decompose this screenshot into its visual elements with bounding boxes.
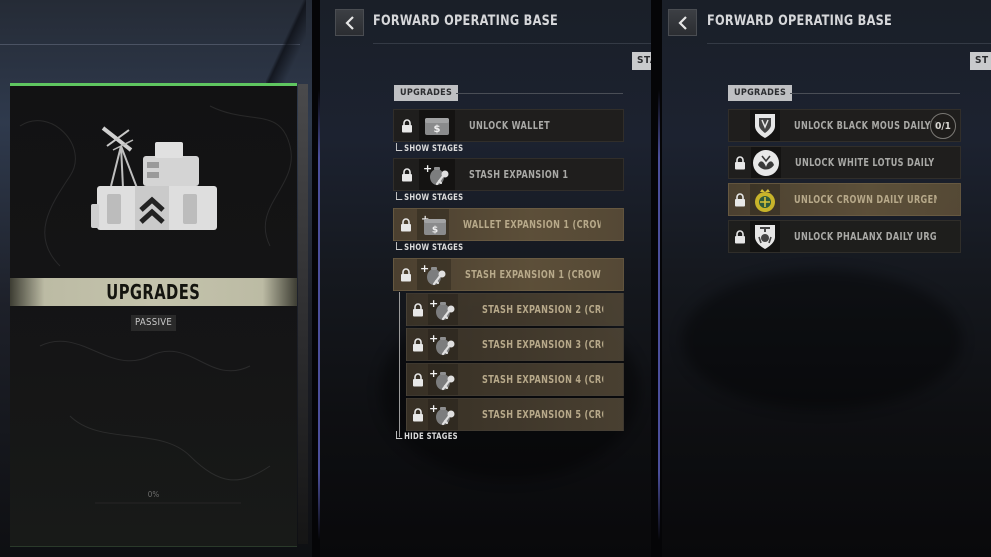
background-foliage [682, 270, 962, 410]
upgrade-row-stash-expansion-1[interactable]: STASH EXPANSION 1 [393, 158, 624, 191]
stage-row-stash-expansion-5-crown[interactable]: STASH EXPANSION 5 (CROWN) [406, 398, 624, 431]
card-title-band: UPGRADES [10, 278, 297, 306]
upgrade-label: STASH EXPANSION 1 [469, 168, 569, 181]
upgrade-row-wallet-expansion-1-crown[interactable]: WALLET EXPANSION 1 (CROWN) [393, 208, 624, 241]
stage-row-stash-expansion-4-crown[interactable]: STASH EXPANSION 4 (CROWN) [406, 363, 624, 396]
section-divider [790, 93, 960, 94]
card-title: UPGRADES [106, 280, 201, 304]
back-button[interactable] [335, 9, 364, 36]
upgrade-row-phalanx-daily-urgent[interactable]: UNLOCK PHALANX DAILY URGENT M [728, 220, 961, 253]
progress-counter-badge: 0/1 [930, 113, 956, 139]
page-title: FORWARD OPERATING BASE [373, 13, 559, 29]
lock-icon [397, 119, 417, 133]
horizon-line [0, 44, 300, 45]
upgrades-card[interactable]: UPGRADES PASSIVE 0% [10, 83, 297, 547]
stash-key-icon [428, 399, 459, 430]
lock-icon [732, 193, 748, 207]
upgrades-overview-panel: UPGRADES PASSIVE 0% [0, 0, 318, 557]
section-divider [456, 93, 623, 94]
page-title: FORWARD OPERATING BASE [707, 13, 893, 29]
section-label-upgrades: UPGRADES [394, 85, 459, 101]
passive-badge: PASSIVE [131, 315, 177, 331]
background-structure [266, 0, 306, 90]
stash-key-icon [428, 294, 459, 325]
stage-row-stash-expansion-3-crown[interactable]: STASH EXPANSION 3 (CROWN) [406, 328, 624, 361]
elbow-connector [396, 242, 403, 250]
lock-icon [410, 303, 426, 317]
show-stages-link[interactable]: SHOW STAGES [396, 242, 463, 253]
wallet-plus-icon [416, 209, 449, 240]
show-stages-link[interactable]: SHOW STAGES [396, 192, 463, 203]
elbow-connector [396, 431, 403, 439]
upgrade-row-crown-daily-urgent[interactable]: UNLOCK CROWN DAILY URGENT MIS [728, 183, 961, 216]
header-divider [373, 43, 654, 44]
hide-stages-link[interactable]: HIDE STAGES [396, 431, 458, 442]
upgrade-label: UNLOCK WHITE LOTUS DAILY URGE [794, 156, 937, 169]
stash-key-icon [428, 329, 459, 360]
stage-label: STASH EXPANSION 4 (CROWN) [482, 373, 603, 386]
show-stages-label: SHOW STAGES [404, 193, 464, 203]
upgrade-label: STASH EXPANSION 1 (CROWN) [464, 268, 601, 281]
stash-key-icon [428, 364, 459, 395]
adjacent-card-edge [298, 84, 308, 544]
elbow-connector [396, 143, 403, 151]
stages-tab[interactable]: ST [970, 52, 991, 70]
lock-icon [397, 168, 417, 182]
lock-icon [410, 408, 426, 422]
header-divider [707, 43, 991, 44]
chevron-left-icon [677, 15, 687, 30]
stage-row-stash-expansion-2-crown[interactable]: STASH EXPANSION 2 (CROWN) [406, 293, 624, 326]
upgrade-label: UNLOCK BLACK MOUS DAILY URGEN [794, 119, 937, 132]
stages-bracket [399, 292, 400, 437]
stage-label: STASH EXPANSION 2 (CROWN) [482, 303, 603, 316]
hide-stages-label: HIDE STAGES [404, 432, 458, 442]
progress-bar [95, 502, 241, 504]
lock-icon [397, 268, 415, 282]
white-lotus-emblem-icon [750, 147, 781, 178]
lock-icon [397, 218, 415, 232]
stash-key-icon [419, 159, 455, 190]
stage-label: STASH EXPANSION 3 (CROWN) [482, 338, 603, 351]
upgrade-label: UNLOCK CROWN DAILY URGENT MIS [794, 193, 937, 206]
upgrade-row-unlock-wallet[interactable]: UNLOCK WALLET [393, 109, 624, 142]
phalanx-emblem-icon [750, 221, 781, 252]
fob-panel-wallet-stash: FORWARD OPERATING BASE STA UPGRADES UNLO… [320, 0, 654, 557]
show-stages-link[interactable]: SHOW STAGES [396, 143, 463, 154]
upgrade-label: UNLOCK WALLET [469, 119, 551, 132]
crown-emblem-icon [750, 184, 781, 215]
lock-icon [732, 156, 749, 170]
stage-label: STASH EXPANSION 5 (CROWN) [482, 408, 603, 421]
progress-percent: 0% [147, 490, 160, 499]
section-label-upgrades: UPGRADES [728, 85, 793, 101]
lock-icon [732, 230, 748, 244]
elbow-connector [396, 192, 403, 200]
upgrade-row-stash-expansion-1-crown[interactable]: STASH EXPANSION 1 (CROWN) [393, 258, 624, 291]
fob-equipment-crate-icon [91, 126, 217, 230]
panel-divider-glow [658, 90, 660, 540]
upgrade-row-black-mous-daily-urgent[interactable]: UNLOCK BLACK MOUS DAILY URGEN 0/1 [728, 109, 961, 142]
upgrade-label: WALLET EXPANSION 1 (CROWN) [462, 218, 601, 231]
lock-icon [410, 373, 426, 387]
lock-icon [410, 338, 426, 352]
stash-key-icon [417, 259, 451, 290]
upgrade-label: UNLOCK PHALANX DAILY URGENT M [794, 230, 937, 243]
back-button[interactable] [668, 9, 697, 36]
chevron-left-icon [344, 15, 354, 30]
show-stages-label: SHOW STAGES [404, 243, 464, 253]
black-mous-emblem-icon [750, 110, 781, 141]
fob-panel-daily-urgent: FORWARD OPERATING BASE ST UPGRADES UNLOC… [662, 0, 991, 557]
wallet-icon [419, 110, 455, 141]
show-stages-label: SHOW STAGES [404, 144, 464, 154]
upgrade-row-white-lotus-daily-urgent[interactable]: UNLOCK WHITE LOTUS DAILY URGE [728, 146, 961, 179]
